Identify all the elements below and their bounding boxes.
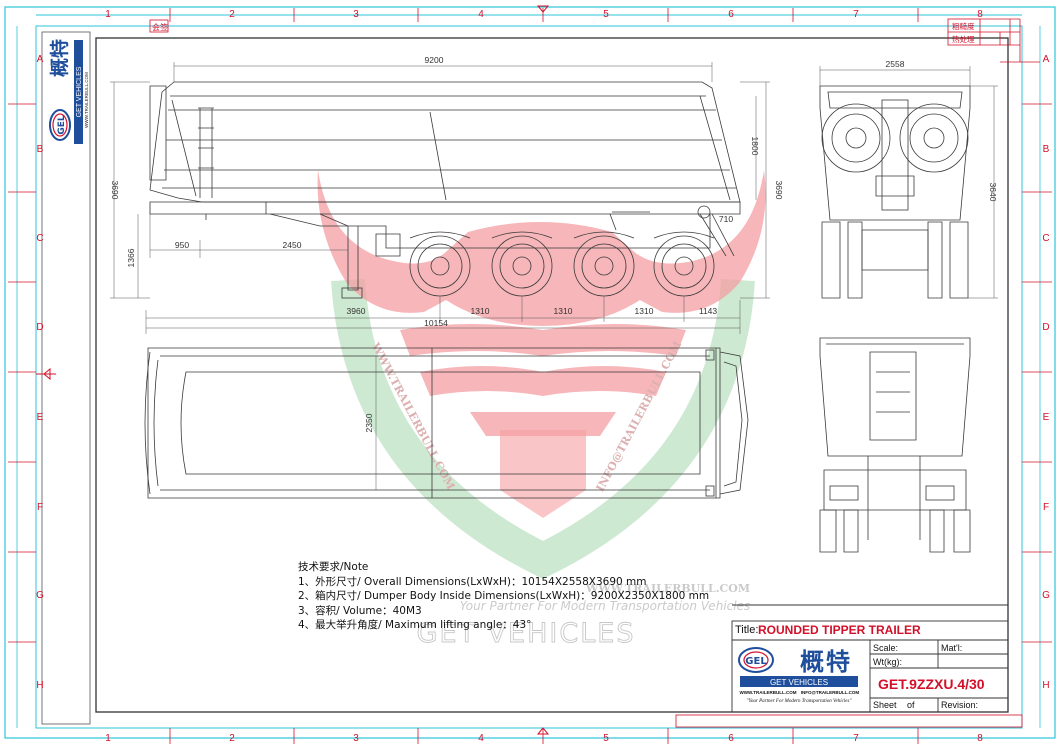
col-label-6: 6 xyxy=(728,9,734,20)
svg-text:C: C xyxy=(1042,233,1049,244)
svg-text:5: 5 xyxy=(603,733,609,744)
heat-treatment-tag: 热处理 xyxy=(952,34,975,44)
side-logo-brand: GET VEHICLES xyxy=(76,66,83,117)
col-label-5: 5 xyxy=(603,9,609,20)
logo-chinese-name: 概特 xyxy=(800,648,852,676)
dim-overall-length: 10154 xyxy=(424,318,448,328)
logo-brand: GET VEHICLES xyxy=(770,678,828,687)
dim-overall-height-right: 3690 xyxy=(774,181,784,200)
svg-text:D: D xyxy=(1042,322,1049,333)
drawing-number: GET.9ZZXU.4/30 xyxy=(878,676,985,692)
dim-body-height: 1800 xyxy=(750,137,760,156)
notes-heading: 技术要求/Note xyxy=(298,561,369,573)
note-item-1: 1、外形尺寸/ Overall Dimensions(LxWxH)：10154X… xyxy=(298,575,647,588)
row-label-g: G xyxy=(36,590,44,601)
side-logo-mark: GEL xyxy=(57,115,67,135)
sheet-label: Sheet xyxy=(873,700,897,710)
svg-text:WWW.TRAILERBULL.COM: WWW.TRAILERBULL.COM xyxy=(84,72,89,128)
technical-notes: 技术要求/Note 1、外形尺寸/ Overall Dimensions(LxW… xyxy=(298,560,709,633)
dim-rear-bracket: 710 xyxy=(719,214,733,224)
rear-view xyxy=(819,66,998,299)
material-label: Mat'l: xyxy=(941,643,963,653)
drawing-title: ROUNDED TIPPER TRAILER xyxy=(758,623,921,637)
row-label-a: A xyxy=(37,54,44,65)
svg-text:B: B xyxy=(1043,144,1050,155)
dim-top-width: 2350 xyxy=(364,413,374,432)
col-label-1: 1 xyxy=(105,9,111,20)
dim-axle-spacing-2: 1310 xyxy=(554,306,573,316)
dim-body-length: 9200 xyxy=(425,55,444,65)
svg-text:6: 6 xyxy=(728,733,734,744)
row-label-h: H xyxy=(36,680,43,691)
col-label-3: 3 xyxy=(353,9,359,20)
row-label-b: B xyxy=(37,144,44,155)
svg-text:E: E xyxy=(1043,412,1050,423)
note-item-2: 2、箱内尺寸/ Dumper Body Inside Dimensions(Lx… xyxy=(298,590,710,602)
weight-label: Wt(kg): xyxy=(873,657,902,667)
svg-text:4: 4 xyxy=(478,733,484,744)
svg-text:7: 7 xyxy=(853,733,859,744)
logo-website: WWW.TRAILERBULL.COM xyxy=(740,690,797,695)
col-label-8: 8 xyxy=(977,9,983,20)
dim-end-height: 3640 xyxy=(988,183,998,202)
title-label: Title: xyxy=(735,624,759,636)
logo-email: INFO@TRAILERBULL.COM xyxy=(801,690,860,695)
svg-text:H: H xyxy=(1042,680,1049,691)
col-label-7: 7 xyxy=(853,9,859,20)
svg-text:1: 1 xyxy=(105,733,111,744)
dim-ground-height: 1366 xyxy=(126,248,136,267)
svg-text:2: 2 xyxy=(229,733,235,744)
svg-text:3: 3 xyxy=(353,733,359,744)
note-item-4: 4、最大举升角度/ Maximum lifting angle：43° xyxy=(298,619,532,631)
scale-label: Scale: xyxy=(873,643,899,653)
svg-text:A: A xyxy=(1043,54,1050,65)
side-logo-chinese: 概特 xyxy=(49,39,71,77)
dim-axle-spacing-1: 1310 xyxy=(471,306,490,316)
col-label-2: 2 xyxy=(229,9,235,20)
dim-end-width: 2558 xyxy=(886,59,905,69)
dim-kingpin-frame: 2450 xyxy=(283,240,302,250)
side-logo: GEL 概特 GET VEHICLES WWW.TRAILERBULL.COM xyxy=(49,39,89,144)
dim-rear-overhang: 1143 xyxy=(699,306,718,316)
roughness-tag: 粗糙度 xyxy=(952,21,975,31)
logo-mark: GEL xyxy=(745,656,767,667)
row-label-d: D xyxy=(36,322,43,333)
svg-text:8: 8 xyxy=(977,733,983,744)
countersign-tag: 会签 xyxy=(152,22,168,32)
title-block-logo: GEL 概特 GET VEHICLES WWW.TRAILERBULL.COM … xyxy=(738,647,860,704)
dim-kingpin-axle: 3960 xyxy=(347,306,366,316)
dim-overall-height-left: 3690 xyxy=(110,181,120,200)
logo-slogan: "Your Partner For Modern Transportation … xyxy=(747,699,853,704)
of-label: of xyxy=(907,700,915,710)
row-label-c: C xyxy=(36,233,43,244)
revision-label: Revision: xyxy=(941,700,979,710)
note-item-3: 3、容积/ Volume：40M3 xyxy=(298,604,422,617)
row-label-e: E xyxy=(37,412,44,423)
dim-front-overhang: 950 xyxy=(175,240,189,250)
svg-text:G: G xyxy=(1042,590,1050,601)
dim-axle-spacing-3: 1310 xyxy=(635,306,654,316)
svg-text:F: F xyxy=(1043,502,1049,513)
front-view xyxy=(819,337,971,553)
row-label-f: F xyxy=(37,502,43,513)
col-label-4: 4 xyxy=(478,9,484,20)
